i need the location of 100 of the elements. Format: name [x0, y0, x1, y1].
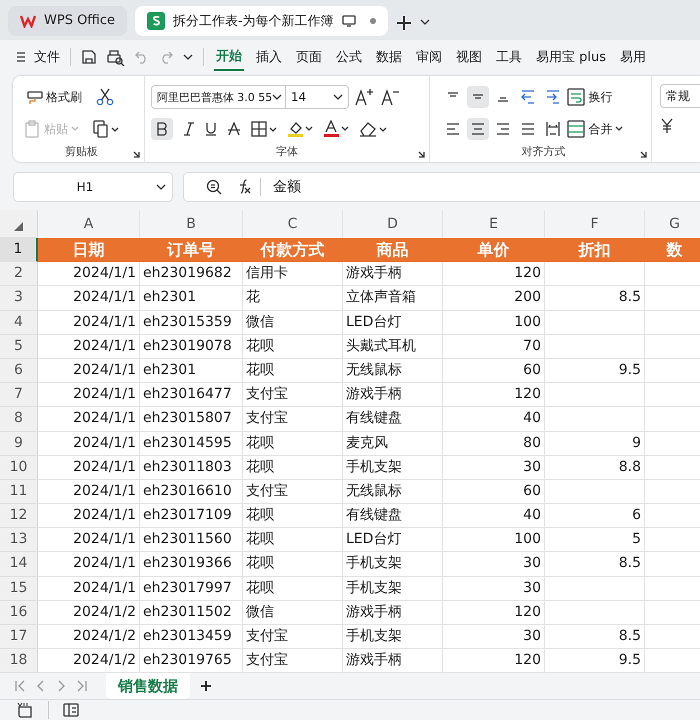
table-cell: 2024/1/1: [38, 456, 140, 480]
currency-icon[interactable]: [660, 118, 674, 134]
wrap-text-icon: [567, 88, 586, 106]
row-header[interactable]: 9: [0, 432, 38, 456]
table-cell: 花呗: [243, 528, 343, 552]
previous-sheet-icon[interactable]: [36, 680, 46, 692]
align-center-button[interactable]: [467, 118, 490, 140]
table-cell: eh23013459: [140, 625, 243, 650]
expand-icon[interactable]: [418, 151, 426, 158]
font-size-dropdown[interactable]: 14: [286, 86, 348, 108]
eraser-icon[interactable]: [358, 121, 387, 137]
row-header[interactable]: 5: [0, 334, 38, 359]
new-tab-icon[interactable]: [396, 14, 412, 30]
row-header[interactable]: 3: [0, 286, 38, 311]
sidebar-icon[interactable]: [63, 703, 79, 718]
font-name-dropdown[interactable]: 阿里巴巴普惠体 3.0 55: [152, 86, 286, 108]
wps-logo-icon: [20, 14, 36, 28]
row-header[interactable]: 10: [0, 456, 38, 480]
column-title: 折扣: [545, 238, 645, 262]
row-header[interactable]: 7: [0, 383, 38, 408]
table-cell: 花呗: [243, 358, 343, 384]
copy-icon[interactable]: [93, 120, 119, 138]
scissors-icon[interactable]: [96, 88, 114, 106]
row-header[interactable]: 2: [0, 262, 38, 286]
table-cell: 无线鼠标: [343, 358, 443, 384]
table-cell: 花呗: [243, 456, 343, 480]
last-sheet-icon[interactable]: [76, 680, 88, 692]
name-box[interactable]: H1: [13, 172, 173, 202]
ribbon-tab[interactable]: 开始: [214, 43, 244, 71]
monitor-icon[interactable]: [342, 14, 356, 26]
ribbon-tab[interactable]: 页面: [294, 44, 324, 70]
sheet-tab[interactable]: 销售数据: [106, 673, 190, 700]
row-header[interactable]: 13: [0, 528, 38, 552]
justify-icon: [520, 121, 536, 137]
align-middle-button[interactable]: [467, 86, 490, 108]
clipboard-icon: [25, 120, 41, 138]
merge-cells-icon: [567, 120, 586, 138]
save-icon[interactable]: [81, 49, 97, 65]
ribbon-tab[interactable]: 审阅: [414, 44, 444, 70]
add-sheet-icon[interactable]: [200, 680, 212, 692]
row-header[interactable]: 18: [0, 649, 38, 674]
ribbon-tab[interactable]: 数据: [374, 44, 404, 70]
select-all-icon[interactable]: [14, 222, 23, 231]
document-tab[interactable]: 拆分工作表-为每个新工作簿: [135, 6, 388, 36]
row-header[interactable]: 15: [0, 576, 38, 601]
fill-color-icon[interactable]: [286, 120, 313, 138]
borders-icon[interactable]: [250, 121, 277, 137]
caret-icon[interactable]: [183, 54, 193, 60]
row-header[interactable]: 4: [0, 310, 38, 335]
table-cell: 2024/1/1: [38, 528, 140, 552]
wrap-text-button[interactable]: 换行: [567, 88, 612, 106]
table-cell: 2024/1/1: [38, 504, 140, 528]
decrease-font-icon[interactable]: [380, 88, 401, 106]
merge-button[interactable]: 合并: [567, 120, 624, 138]
document-tab[interactable]: WPS Office: [8, 6, 128, 36]
expand-icon[interactable]: [132, 151, 140, 158]
row-header[interactable]: 6: [0, 358, 38, 384]
group-label: 剪贴板: [64, 145, 98, 158]
format-painter-button[interactable]: 格式刷: [25, 88, 82, 106]
row-header[interactable]: 16: [0, 600, 38, 625]
table-cell: 30: [443, 576, 545, 601]
ribbon-tab[interactable]: 公式: [334, 44, 364, 70]
underline-icon[interactable]: [204, 122, 217, 136]
row-header[interactable]: 1: [0, 238, 38, 262]
strikethrough-icon[interactable]: [226, 122, 241, 136]
column-title: 订单号: [140, 238, 243, 262]
ribbon-tab[interactable]: 工具: [494, 44, 524, 70]
first-sheet-icon[interactable]: [14, 680, 26, 692]
row-header[interactable]: 11: [0, 480, 38, 504]
ribbon-tab[interactable]: 易用: [618, 44, 648, 70]
table-cell: 支付宝: [243, 480, 343, 504]
row-header[interactable]: 8: [0, 407, 38, 432]
table-cell: 立体声音箱: [343, 286, 443, 311]
macro-icon[interactable]: [16, 702, 34, 718]
row-header[interactable]: 12: [0, 504, 38, 528]
ribbon-tab[interactable]: 易用宝 plus: [534, 44, 608, 70]
row-header[interactable]: 14: [0, 552, 38, 577]
row-header[interactable]: 17: [0, 625, 38, 650]
next-sheet-icon[interactable]: [56, 680, 66, 692]
caret-icon[interactable]: [420, 19, 430, 26]
ribbon-tab[interactable]: 插入: [254, 44, 284, 70]
formula-field[interactable]: 金额: [183, 172, 700, 202]
file-menu[interactable]: 文件: [16, 48, 60, 66]
ribbon-tab[interactable]: 视图: [454, 44, 484, 70]
font-color-icon[interactable]: [322, 120, 349, 138]
table-cell: eh23017109: [140, 504, 243, 528]
paint-brush-icon: [25, 89, 43, 105]
table-cell: 2024/1/1: [38, 262, 140, 286]
bold-button[interactable]: [150, 118, 173, 140]
print-preview-icon[interactable]: [107, 48, 125, 66]
expand-icon[interactable]: [640, 151, 647, 158]
italic-icon[interactable]: [182, 122, 195, 136]
table-cell: 2024/1/2: [38, 600, 140, 625]
increase-indent-icon: [545, 89, 562, 105]
increase-font-icon[interactable]: [354, 88, 375, 106]
number-format-dropdown[interactable]: 常规: [660, 84, 700, 108]
table-cell: eh23017997: [140, 576, 243, 601]
table-cell: 120: [443, 600, 545, 625]
table-cell: 80: [443, 432, 545, 456]
table-cell: 70: [443, 334, 545, 359]
